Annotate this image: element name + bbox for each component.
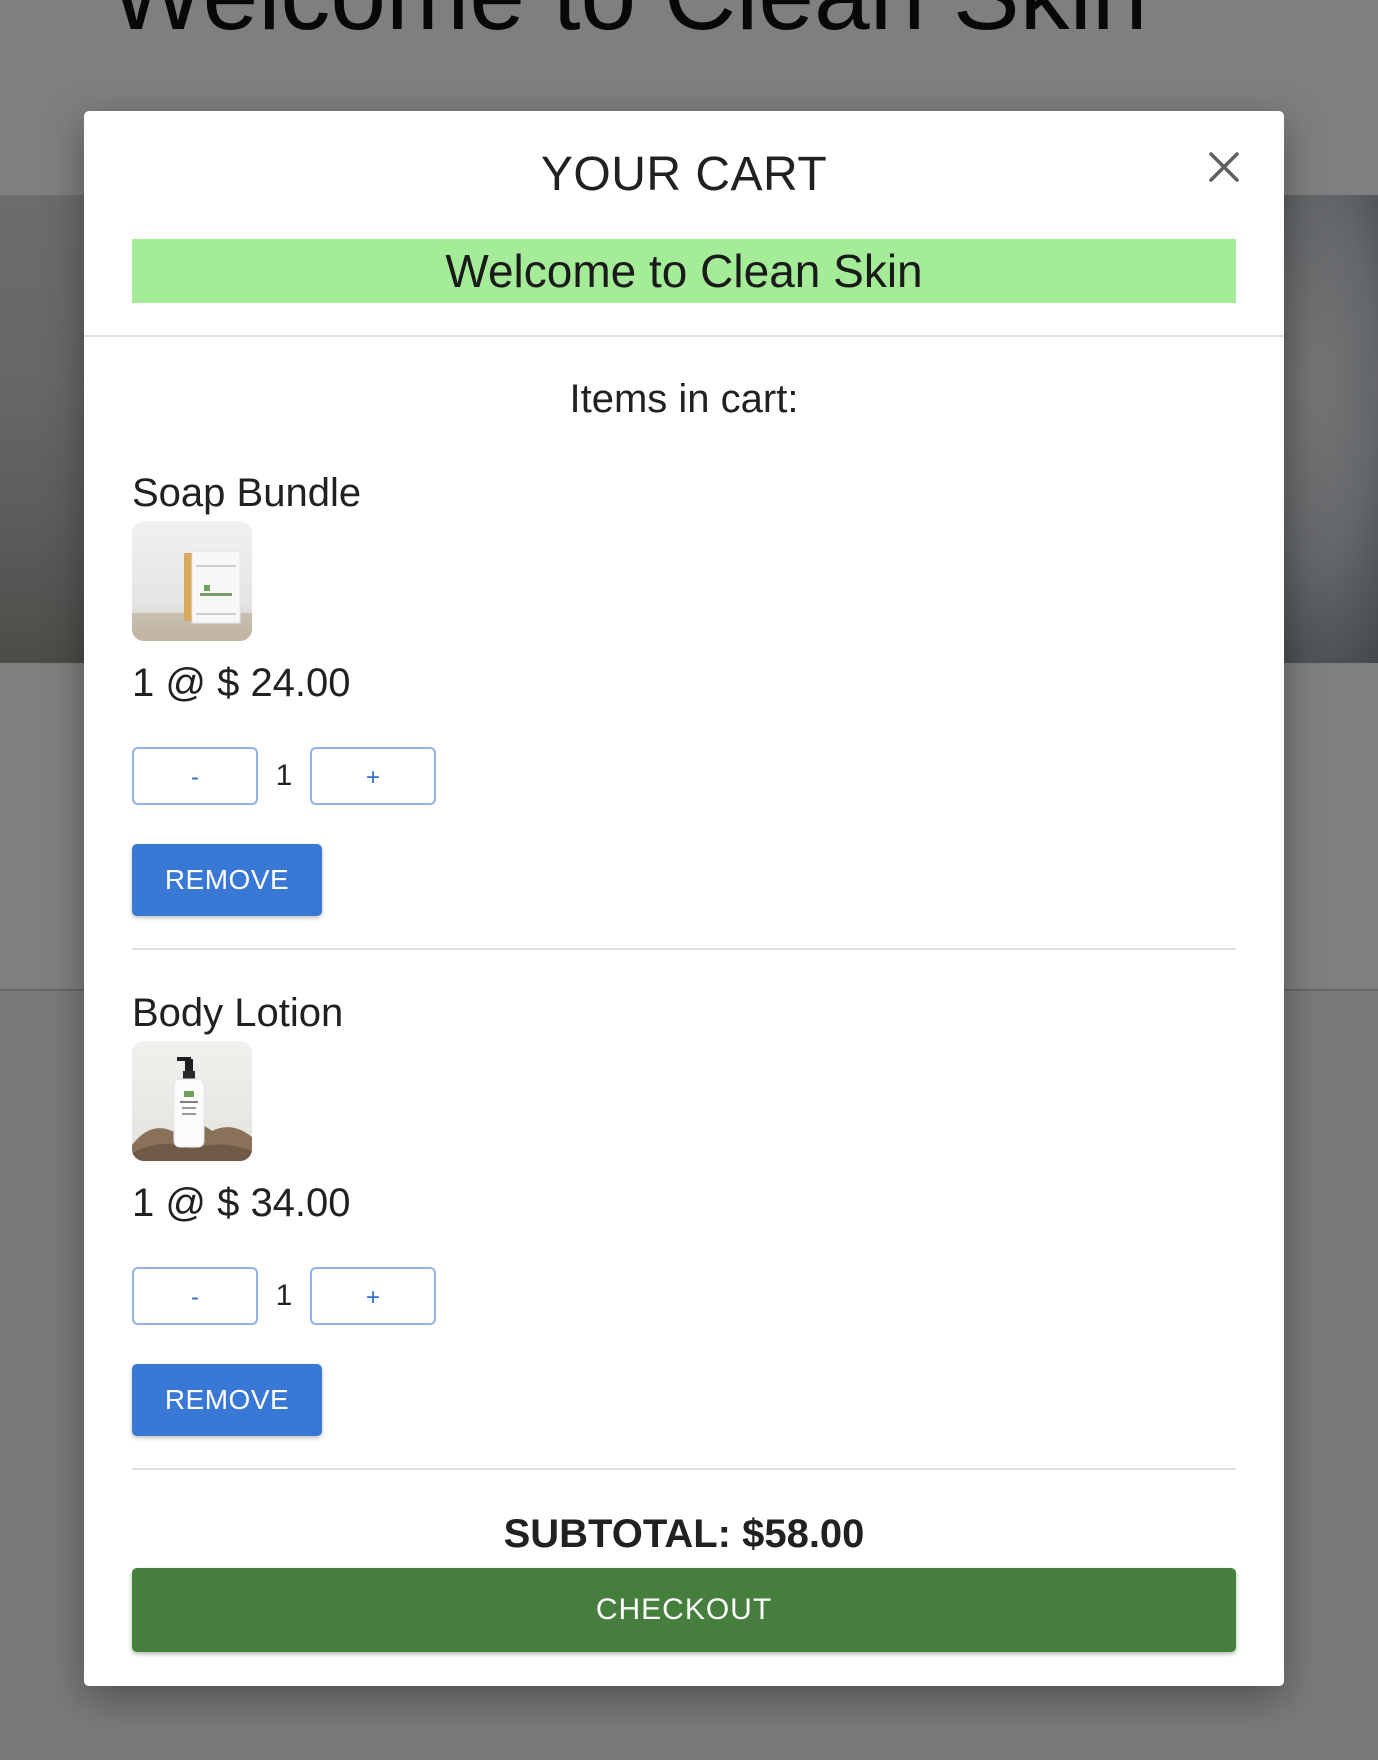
quantity-value: 1 xyxy=(275,1279,293,1312)
remove-button[interactable]: REMOVE xyxy=(132,844,322,916)
remove-button[interactable]: REMOVE xyxy=(132,1364,322,1436)
checkout-button[interactable]: CHECKOUT xyxy=(132,1568,1236,1652)
item-name: Body Lotion xyxy=(132,991,344,1035)
soap-bundle-thumbnail xyxy=(132,521,252,641)
item-price: 1 @ $ 24.00 xyxy=(132,661,351,705)
welcome-banner: Welcome to Clean Skin xyxy=(132,239,1236,303)
subtotal: SUBTOTAL: $58.00 xyxy=(503,1512,865,1556)
cart-modal: YOUR CART Welcome to Clean Skin Items in… xyxy=(84,111,1284,1686)
items-heading: Items in cart: xyxy=(569,377,799,421)
divider xyxy=(84,335,1284,337)
increase-quantity-button[interactable]: + xyxy=(310,747,436,805)
decrease-quantity-button[interactable]: - xyxy=(132,1267,258,1325)
modal-title: YOUR CART xyxy=(540,148,828,201)
divider xyxy=(132,1468,1236,1470)
increase-quantity-button[interactable]: + xyxy=(310,1267,436,1325)
close-icon[interactable] xyxy=(1202,145,1246,189)
item-name: Soap Bundle xyxy=(132,471,362,515)
decrease-quantity-button[interactable]: - xyxy=(132,747,258,805)
close-button[interactable] xyxy=(1202,145,1246,189)
quantity-value: 1 xyxy=(275,759,293,792)
body-lotion-thumbnail xyxy=(132,1041,252,1161)
item-price: 1 @ $ 34.00 xyxy=(132,1181,351,1225)
divider xyxy=(132,948,1236,950)
